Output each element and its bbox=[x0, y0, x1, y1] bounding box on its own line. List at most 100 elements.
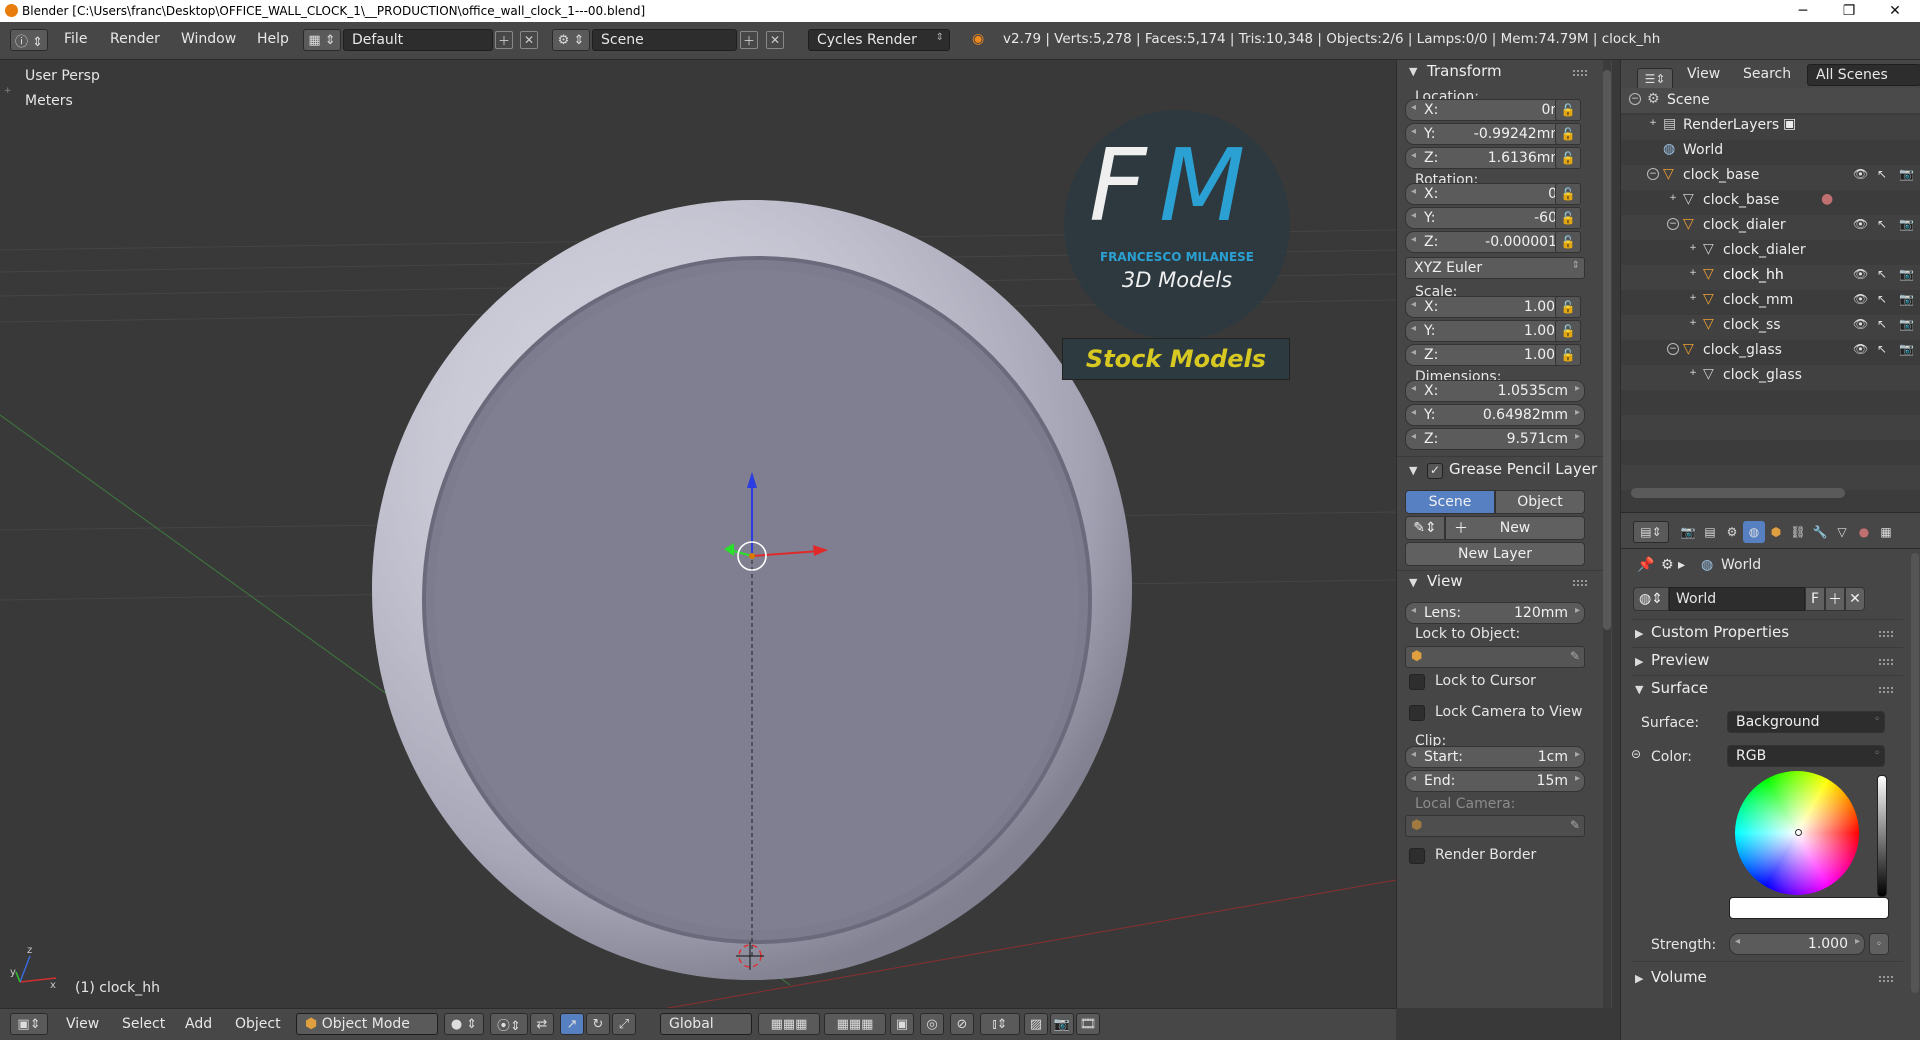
outliner-row-clock-glass[interactable]: − ▽ clock_glass 👁 ↖ 📷 bbox=[1621, 338, 1920, 363]
expand-triangle-icon[interactable]: ▶ bbox=[1635, 972, 1643, 985]
color-mode-select[interactable]: RGB ◦ bbox=[1727, 745, 1885, 767]
rotation-mode-select[interactable]: XYZ Euler ⇕ bbox=[1405, 257, 1585, 279]
add-layout-icon[interactable]: ＋ bbox=[495, 31, 513, 49]
toolshelf-toggle-icon[interactable]: + bbox=[4, 86, 12, 96]
lock-icon[interactable]: 🔓 bbox=[1555, 296, 1581, 318]
material-tab-icon[interactable]: ● bbox=[1853, 521, 1875, 543]
scene-select[interactable]: Scene bbox=[592, 29, 737, 51]
remove-scene-icon[interactable]: ✕ bbox=[766, 31, 784, 49]
outliner-h-scrollbar[interactable] bbox=[1631, 488, 1845, 498]
grease-tab-object[interactable]: Object bbox=[1495, 490, 1585, 514]
outliner-row-world[interactable]: ◍ World bbox=[1621, 138, 1920, 163]
texture-tab-icon[interactable]: ▦ bbox=[1875, 521, 1897, 543]
selectable-cursor-icon[interactable]: ↖ bbox=[1877, 292, 1887, 306]
snap-element-icon[interactable]: ⫾⇕ bbox=[980, 1013, 1020, 1035]
proportional-edit-icon[interactable]: ◎ bbox=[920, 1013, 944, 1035]
collapse-triangle-icon[interactable]: ▼ bbox=[1409, 65, 1417, 78]
render-animation-icon[interactable]: 🎞 bbox=[1076, 1013, 1100, 1035]
outliner-editor-type-icon[interactable]: ☰⇕ bbox=[1637, 68, 1673, 90]
object-tab-icon[interactable]: ⬢ bbox=[1765, 521, 1787, 543]
lock-to-cursor-checkbox[interactable] bbox=[1409, 674, 1425, 690]
render-camera-icon[interactable]: 📷 bbox=[1899, 292, 1914, 306]
grease-tab-scene[interactable]: Scene bbox=[1405, 490, 1495, 514]
panel-grip-icon[interactable] bbox=[1573, 580, 1587, 586]
panel-grip-icon[interactable] bbox=[1573, 70, 1587, 76]
outliner-menu-view[interactable]: View bbox=[1687, 66, 1720, 82]
lock-icon[interactable]: 🔓 bbox=[1555, 147, 1581, 169]
collapse-triangle-icon[interactable]: ▼ bbox=[1409, 464, 1417, 477]
menu-render[interactable]: Render bbox=[110, 31, 160, 47]
new-layer-button[interactable]: New Layer bbox=[1405, 542, 1585, 566]
pin-icon[interactable]: 📌 bbox=[1637, 557, 1654, 573]
lens-field[interactable]: ◂ Lens: 120mm ▸ bbox=[1405, 602, 1585, 624]
expand-triangle-icon[interactable]: ▶ bbox=[1635, 655, 1643, 668]
visibility-eye-icon[interactable]: 👁 bbox=[1853, 292, 1868, 306]
menu-window[interactable]: Window bbox=[181, 31, 236, 47]
outliner-row-scene[interactable]: − ⚙ Scene bbox=[1621, 88, 1920, 113]
menu-object[interactable]: Object bbox=[235, 1016, 281, 1032]
fake-user-button[interactable]: F bbox=[1805, 587, 1825, 611]
render-camera-icon[interactable]: 📷 bbox=[1899, 217, 1914, 231]
color-wheel[interactable] bbox=[1735, 771, 1859, 895]
panel-grip-icon[interactable] bbox=[1879, 687, 1893, 693]
selectable-cursor-icon[interactable]: ↖ bbox=[1877, 167, 1887, 181]
unlink-world-icon[interactable]: ✕ bbox=[1845, 587, 1865, 611]
mode-select[interactable]: ⬢ Object Mode bbox=[296, 1013, 438, 1035]
outliner-row-clock-glass-mesh[interactable]: + ▽ clock_glass bbox=[1621, 363, 1920, 388]
outliner-row-clock-mm[interactable]: + ▽ clock_mm 👁 ↖ 📷 bbox=[1621, 288, 1920, 313]
3d-viewport[interactable]: z y x User Persp Meters + (1) clock_hh F… bbox=[0, 60, 1396, 1008]
menu-file[interactable]: File bbox=[64, 31, 87, 47]
properties-scrollbar[interactable] bbox=[1911, 553, 1919, 993]
lock-icon[interactable]: 🔓 bbox=[1555, 320, 1581, 342]
add-scene-icon[interactable]: ＋ bbox=[740, 31, 758, 49]
collapse-triangle-icon[interactable]: ▼ bbox=[1635, 683, 1643, 696]
local-camera-field[interactable]: ⬢ ✎ bbox=[1405, 815, 1585, 837]
render-camera-icon[interactable]: 📷 bbox=[1899, 167, 1914, 181]
visibility-eye-icon[interactable]: 👁 bbox=[1853, 267, 1868, 281]
volume-panel[interactable]: Volume bbox=[1651, 968, 1707, 986]
menu-view[interactable]: View bbox=[66, 1016, 99, 1032]
clip-end-field[interactable]: ◂ End: 15m ▸ bbox=[1405, 770, 1585, 792]
lock-icon[interactable]: 🔓 bbox=[1555, 344, 1581, 366]
custom-properties-panel[interactable]: Custom Properties bbox=[1651, 623, 1789, 641]
outliner-row-renderlayers[interactable]: + ▤ RenderLayers ▣ bbox=[1621, 113, 1920, 138]
value-slider[interactable] bbox=[1877, 775, 1887, 897]
scene-layers-icon[interactable]: ▦▦▦ bbox=[758, 1013, 820, 1035]
outliner-row-clock-dialer-mesh[interactable]: + ▽ clock_dialer bbox=[1621, 238, 1920, 263]
panel-grip-icon[interactable] bbox=[1879, 976, 1893, 982]
color-swatch[interactable] bbox=[1729, 897, 1889, 919]
scene-icon[interactable]: ⚙ ⇕ bbox=[552, 29, 590, 51]
outliner-row-clock-base-mesh[interactable]: + ▽ clock_base ● bbox=[1621, 188, 1920, 213]
selectable-cursor-icon[interactable]: ↖ bbox=[1877, 217, 1887, 231]
visibility-eye-icon[interactable]: 👁 bbox=[1853, 317, 1868, 331]
dimension-z-field[interactable]: ◂ Z: 9.571cm ▸ bbox=[1405, 428, 1585, 450]
socket-toggle-icon[interactable]: ⊝ bbox=[1631, 747, 1641, 761]
outliner-row-clock-base[interactable]: − ▽ clock_base 👁 ↖ 📷 bbox=[1621, 163, 1920, 188]
render-camera-icon[interactable]: 📷 bbox=[1899, 317, 1914, 331]
lock-icon[interactable]: 🔓 bbox=[1555, 207, 1581, 229]
scene-layers-icon[interactable]: ▦▦▦ bbox=[824, 1013, 886, 1035]
manipulator-toggle-icon[interactable]: ⇄ bbox=[530, 1013, 554, 1035]
grease-pencil-title[interactable]: Grease Pencil Layer bbox=[1449, 460, 1597, 478]
opengl-render-icon[interactable]: ▨ bbox=[1024, 1013, 1048, 1035]
modifiers-tab-icon[interactable]: 🔧 bbox=[1809, 521, 1831, 543]
view-panel-title[interactable]: View bbox=[1427, 572, 1463, 590]
properties-editor-type-icon[interactable]: ▤⇕ bbox=[1633, 521, 1669, 543]
outliner-menu-search[interactable]: Search bbox=[1743, 66, 1791, 82]
n-panel-scrollbar[interactable] bbox=[1603, 60, 1611, 1008]
expand-triangle-icon[interactable]: ▶ bbox=[1635, 627, 1643, 640]
editor-type-3d-icon[interactable]: ▣⇕ bbox=[10, 1013, 48, 1035]
viewport-shading-icon[interactable]: ● ⇕ bbox=[444, 1013, 484, 1035]
render-engine-select[interactable]: Cycles Render ⇕ bbox=[808, 29, 950, 51]
preview-panel[interactable]: Preview bbox=[1651, 651, 1709, 669]
grease-datablock-icon[interactable]: ✎⇕ bbox=[1405, 516, 1445, 540]
world-browse-icon[interactable]: ◍⇕ bbox=[1633, 587, 1669, 611]
remove-layout-icon[interactable]: ✕ bbox=[520, 31, 538, 49]
lock-camera-checkbox[interactable] bbox=[1409, 705, 1425, 721]
outliner-row-clock-ss[interactable]: + ▽ clock_ss 👁 ↖ 📷 bbox=[1621, 313, 1920, 338]
selectable-cursor-icon[interactable]: ↖ bbox=[1877, 317, 1887, 331]
render-camera-icon[interactable]: 📷 bbox=[1899, 267, 1914, 281]
visibility-eye-icon[interactable]: 👁 bbox=[1853, 167, 1868, 181]
dimension-y-field[interactable]: ◂ Y: 0.64982mm ▸ bbox=[1405, 404, 1585, 426]
scene-tab-icon[interactable]: ⚙ bbox=[1721, 521, 1743, 543]
